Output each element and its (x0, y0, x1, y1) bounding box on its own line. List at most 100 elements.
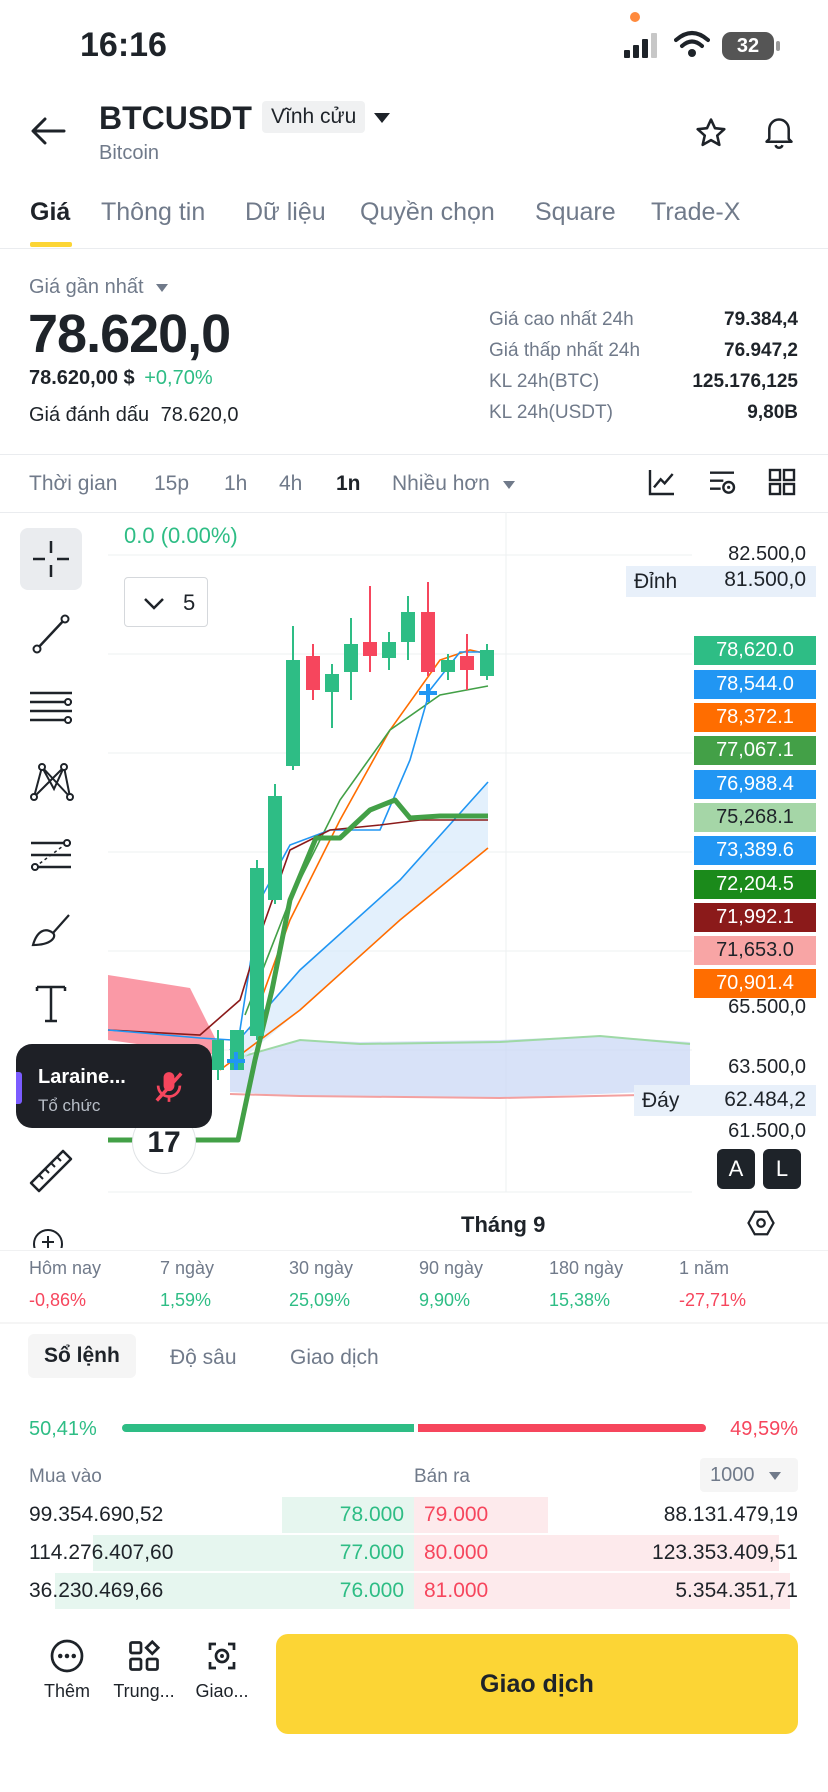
bid-price: 77.000 (339, 1541, 404, 1564)
wifi-icon (674, 31, 710, 57)
stat-high-value: 79.384,4 (724, 309, 798, 330)
tab-trades[interactable]: Giao dịch (290, 1346, 379, 1370)
tab-square[interactable]: Square (535, 198, 616, 227)
ask-quantity: 123.353.409,51 (652, 1541, 798, 1564)
tab-depth[interactable]: Độ sâu (170, 1346, 237, 1370)
last-price: 78.620,0 (28, 304, 231, 364)
signal-icon (624, 33, 657, 58)
last-price-label-text: Giá gần nhất (29, 276, 144, 298)
interval-15m[interactable]: 15p (154, 472, 189, 496)
tab-data[interactable]: Dữ liệu (245, 198, 326, 227)
stat-vol-usdt-value: 9,80B (747, 402, 798, 423)
ask-price: 80.000 (424, 1541, 489, 1564)
bottom-hub[interactable]: Trung... (104, 1638, 184, 1702)
call-role: Tổ chức (38, 1096, 101, 1115)
price-tag: 77,067.1 (694, 736, 816, 765)
bell-icon[interactable] (762, 114, 796, 150)
mark-price-line: Giá đánh dấu 78.620,0 (29, 404, 239, 427)
price-tag: 73,389.6 (694, 836, 816, 865)
tab-options[interactable]: Quyền chọn (360, 198, 495, 227)
caret-down-icon (769, 1472, 781, 1480)
indicator-count: 5 (183, 590, 196, 615)
price-tag: 71,992.1 (694, 903, 816, 932)
period-value: 25,09% (289, 1290, 351, 1310)
auto-scale-button[interactable]: A (717, 1149, 755, 1189)
bottom-hub-label: Trung... (113, 1681, 175, 1701)
period-value: 9,90% (419, 1290, 471, 1310)
battery-tip (776, 41, 780, 51)
indicator-toggle[interactable]: 5 (124, 577, 208, 627)
mic-muted-icon[interactable] (152, 1068, 186, 1106)
ask-price: 81.000 (424, 1579, 489, 1602)
stat-vol-usdt-label: KL 24h(USDT) (489, 402, 613, 423)
privacy-indicator-dot (630, 12, 640, 22)
chart-x-label: Tháng 9 (461, 1212, 546, 1237)
period-value: -0,86% (29, 1290, 87, 1310)
period-label: Hôm nay (29, 1258, 102, 1278)
chart-settings-hex-icon[interactable] (746, 1208, 776, 1238)
status-time: 16:16 (80, 26, 167, 64)
axis-label-65500: 65.500,0 (728, 996, 806, 1018)
interval-1h[interactable]: 1h (224, 472, 247, 496)
interval-more[interactable]: Nhiều hơn (392, 472, 516, 496)
stat-low-label: Giá thấp nhất 24h (489, 340, 641, 361)
indicator-chart-icon[interactable] (646, 466, 678, 498)
call-accent-bar (16, 1072, 22, 1104)
price-tag: 78,372.1 (694, 703, 816, 732)
trade-button[interactable]: Giao dịch (276, 1634, 798, 1734)
symbol-title[interactable]: BTCUSDT (99, 100, 252, 137)
bottom-more-label: Thêm (43, 1681, 90, 1701)
interval-more-label: Nhiều hơn (392, 472, 490, 495)
period-value: 15,38% (549, 1290, 611, 1310)
layout-grid-icon[interactable] (766, 466, 798, 498)
sell-ratio-bar (418, 1424, 706, 1432)
axis-label-81500: 81.500,0 (724, 568, 806, 591)
chevron-down-icon (144, 598, 164, 610)
depth-select[interactable]: 1000 (700, 1458, 798, 1492)
depth-select-value: 1000 (710, 1464, 755, 1486)
chevron-down-icon[interactable] (372, 111, 392, 125)
stat-vol-btc-value: 125.176,125 (692, 371, 798, 392)
price-tag: 78,620.0 (694, 636, 816, 665)
interval-4h[interactable]: 4h (279, 472, 302, 496)
interval-1d[interactable]: 1n (336, 472, 361, 496)
bottom-more[interactable]: Thêm (27, 1638, 107, 1702)
price-tag: 72,204.5 (694, 870, 816, 899)
safe-area (0, 1756, 828, 1792)
contract-type-tag[interactable]: Vĩnh cửu (262, 101, 366, 133)
stat-high-label: Giá cao nhất 24h (489, 309, 634, 330)
period-value: -27,71% (679, 1290, 747, 1310)
bid-quantity: 36.230.469,66 (29, 1579, 164, 1602)
log-scale-button[interactable]: L (763, 1149, 801, 1189)
active-tab-indicator (30, 242, 72, 247)
period-divider (0, 1322, 828, 1324)
period-label: 90 ngày (419, 1258, 484, 1278)
price-tag: 71,653.0 (694, 936, 816, 965)
axis-label-82500: 82.500,0 (728, 543, 806, 565)
voice-call-card[interactable]: Laraine... Tổ chức (16, 1044, 212, 1128)
tab-trade-x[interactable]: Trade-X (651, 198, 740, 227)
tab-order-book[interactable]: Sổ lệnh (28, 1334, 136, 1378)
interval-time[interactable]: Thời gian (29, 472, 117, 496)
bottom-bots[interactable]: Giao... (182, 1638, 262, 1702)
order-book-row[interactable]: 99.354.690,52 78.000 79.000 88.131.479,19 (0, 1497, 828, 1533)
chart-change-text: 0.0 (0.00%) (124, 523, 238, 548)
tab-price[interactable]: Giá (30, 198, 70, 227)
grid-icon (129, 1639, 161, 1671)
symbol-subtitle: Bitcoin (99, 142, 160, 164)
bid-quantity: 99.354.690,52 (29, 1503, 164, 1526)
last-price-label[interactable]: Giá gần nhất (29, 276, 169, 299)
tab-info[interactable]: Thông tin (101, 198, 205, 227)
bottom-bots-label: Giao... (195, 1681, 249, 1701)
period-label: 30 ngày (289, 1258, 354, 1278)
trade-bot-icon (208, 1642, 236, 1670)
call-name: Laraine... (38, 1066, 126, 1088)
order-book-row[interactable]: 114.276.407,60 77.000 80.000 123.353.409,51 (0, 1535, 828, 1571)
sell-column-label: Bán ra (414, 1466, 470, 1487)
period-label: 7 ngày (160, 1258, 215, 1278)
star-icon[interactable] (694, 116, 728, 150)
back-arrow-icon[interactable] (30, 116, 66, 146)
chart-bottom-divider (0, 1250, 828, 1251)
chart-settings-icon[interactable] (706, 466, 738, 498)
order-book-row[interactable]: 36.230.469,66 76.000 81.000 5.354.351,71 (0, 1573, 828, 1609)
